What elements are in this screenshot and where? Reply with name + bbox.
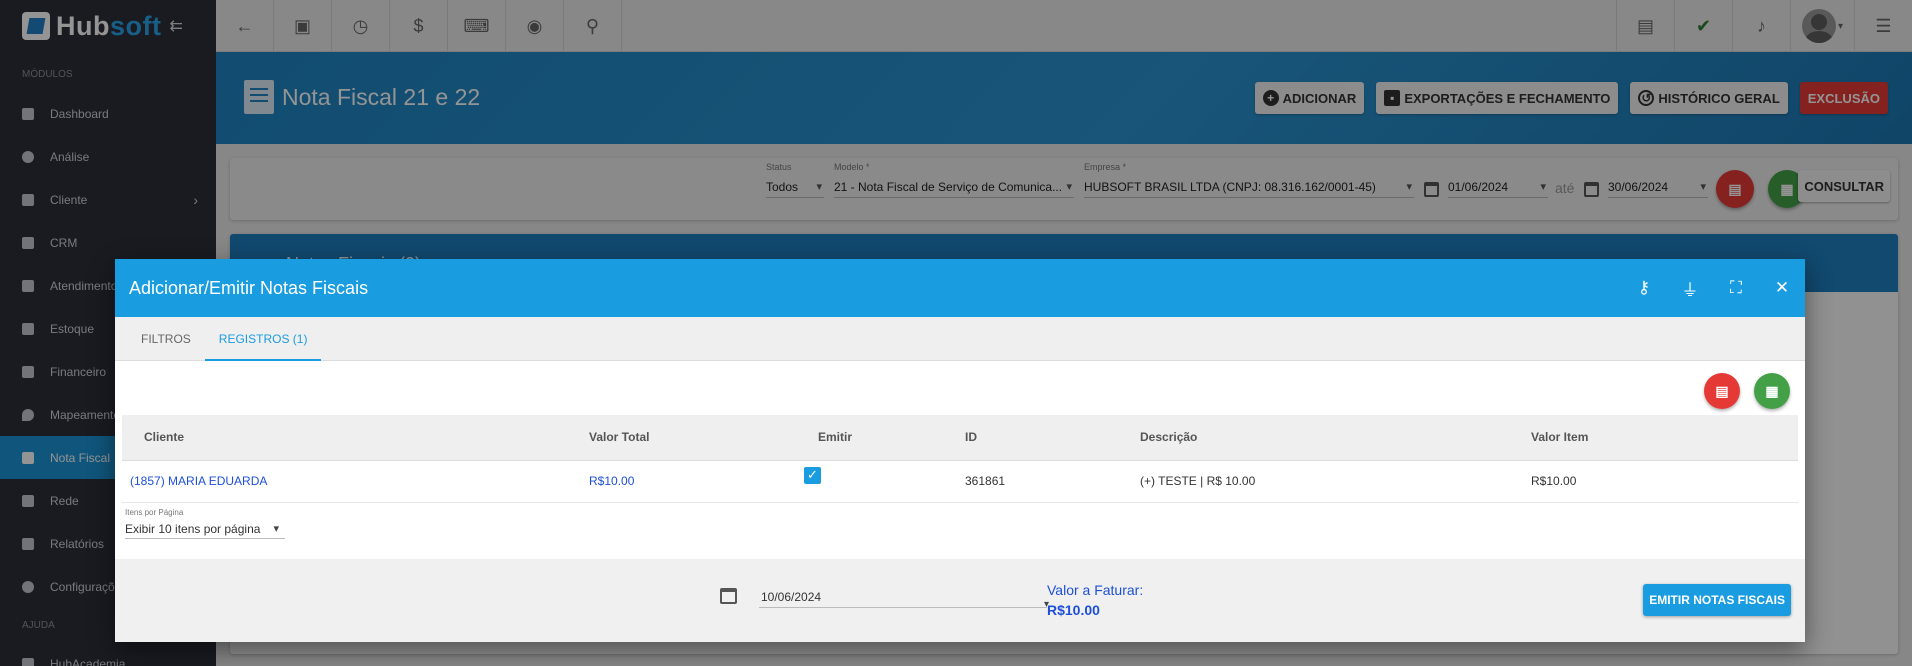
clear-filter-icon[interactable]: ⏚ (1667, 259, 1713, 317)
valor-total-cell: R$10.00 (567, 460, 796, 503)
column-header[interactable]: Emitir (796, 415, 943, 461)
cliente-link[interactable]: (1857) MARIA EDUARDA (122, 460, 567, 503)
table-header-row: Cliente Valor Total Emitir ID Descrição … (122, 415, 1798, 461)
excel-icon: ▦ (1765, 382, 1779, 399)
column-header[interactable]: ID (943, 415, 1118, 461)
close-icon[interactable]: ✕ (1759, 259, 1805, 317)
descricao-cell: (+) TESTE | R$ 10.00 (1118, 460, 1509, 503)
pdf-icon: ▤ (1715, 382, 1729, 399)
valor-item-cell: R$10.00 (1509, 460, 1798, 503)
items-per-page: Itens por Página Exibir 10 itens por pág… (125, 508, 285, 539)
table-row: (1857) MARIA EDUARDA R$10.00 ✓ 361861 (+… (122, 460, 1798, 503)
tab-filtros[interactable]: FILTROS (127, 317, 205, 361)
modal-footer: 10/06/2024 Valor a Faturar: R$10.00 EMIT… (115, 559, 1805, 642)
column-header[interactable]: Valor Item (1509, 415, 1798, 461)
emission-date-input[interactable]: 10/06/2024 (759, 586, 1049, 616)
modal-export-pdf-button[interactable]: ▤ (1704, 373, 1740, 409)
registros-table: Cliente Valor Total Emitir ID Descrição … (122, 415, 1798, 503)
valor-a-faturar-amount: R$10.00 (1047, 602, 1100, 618)
emitir-checkbox[interactable]: ✓ (804, 466, 821, 484)
key-icon[interactable]: ⚷ (1621, 259, 1667, 317)
items-per-page-select[interactable]: Exibir 10 itens por página (125, 519, 285, 539)
adicionar-emitir-modal: Adicionar/Emitir Notas Fiscais ⚷ ⏚ ⛶ ✕ F… (115, 259, 1805, 642)
column-header[interactable]: Cliente (122, 415, 567, 461)
modal-export-excel-button[interactable]: ▦ (1754, 373, 1790, 409)
calendar-icon[interactable] (720, 588, 737, 604)
emitir-notas-fiscais-button[interactable]: EMITIR NOTAS FISCAIS (1643, 584, 1791, 616)
id-cell: 361861 (943, 460, 1118, 503)
column-header[interactable]: Descrição (1118, 415, 1509, 461)
fullscreen-icon[interactable]: ⛶ (1713, 259, 1759, 317)
modal-title: Adicionar/Emitir Notas Fiscais (129, 277, 369, 298)
modal-tabs: FILTROS REGISTROS (1) (115, 317, 1805, 361)
valor-a-faturar-label: Valor a Faturar: (1047, 582, 1144, 598)
column-header[interactable]: Valor Total (567, 415, 796, 461)
tab-registros[interactable]: REGISTROS (1) (204, 317, 322, 361)
